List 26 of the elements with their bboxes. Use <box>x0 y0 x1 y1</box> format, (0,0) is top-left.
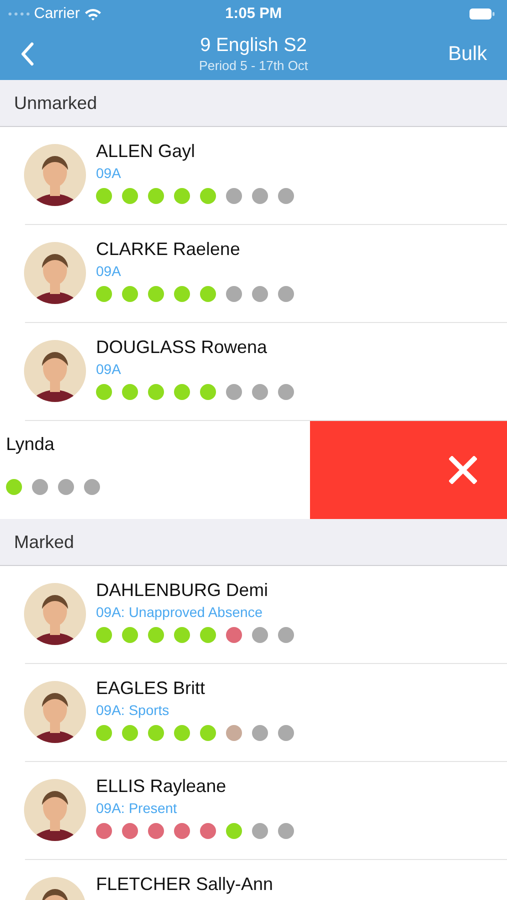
signal-icon <box>8 12 30 16</box>
section-header: Marked <box>14 530 74 554</box>
student-name: FLETCHER Sally-Ann <box>96 873 274 895</box>
student-detail: 09A: Unapproved Absence <box>96 603 264 621</box>
clock-time: 1:05 PM <box>225 4 282 24</box>
close-icon <box>449 456 477 484</box>
wifi-icon <box>84 8 102 20</box>
student-name: DOUGLASS Rowena <box>96 336 268 358</box>
student-detail: 09A: Sports <box>96 701 170 719</box>
battery-icon <box>469 8 495 20</box>
bulk-button[interactable]: Bulk <box>448 39 487 69</box>
student-detail: 09A <box>96 360 122 378</box>
student-name: EAGLES Britt <box>96 677 206 699</box>
student-detail: 09A <box>96 164 122 182</box>
section-header: Unmarked <box>14 92 98 114</box>
nav-subtitle: Period 5 - 17th Oct <box>198 58 308 74</box>
carrier-name: Carrier <box>34 4 80 24</box>
student-detail: 09A <box>96 262 122 280</box>
student-name: DAHLENBURG Demi <box>96 579 270 601</box>
student-name: ALLEN Gayl <box>96 140 196 162</box>
student-name: Lynda <box>6 433 56 455</box>
nav-title: 9 English S2 <box>200 34 307 58</box>
student-detail: 09A: Present <box>96 799 178 817</box>
student-name: CLARKE Raelene <box>96 238 242 260</box>
student-name: ELLIS Rayleane <box>96 775 228 797</box>
back-icon[interactable] <box>20 42 34 66</box>
